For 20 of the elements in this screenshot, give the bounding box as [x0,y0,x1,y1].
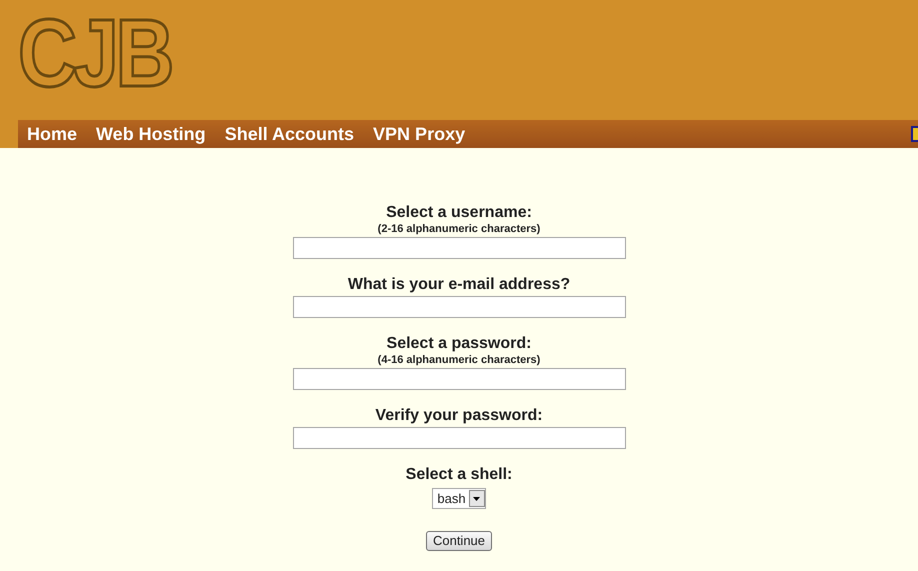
field-label: Verify your password: [375,406,543,426]
password-field[interactable] [292,368,626,390]
continue-button[interactable]: Continue [426,531,492,551]
password-field[interactable] [292,427,626,449]
cut-off-icon [911,126,918,142]
input-field[interactable] [292,237,626,259]
nav-link[interactable]: Shell Accounts [224,120,354,148]
field-label: Select a shell: [406,465,512,485]
shell-dropdown[interactable]: bash [432,488,486,509]
caret-icon [473,496,480,500]
field-hint: (2-16 alphanumeric characters) [378,223,540,236]
nav-link[interactable]: VPN Proxy [373,120,466,148]
nav-link[interactable]: Home [27,120,78,148]
field-label: What is your e-mail address? [348,275,570,295]
nav-link[interactable]: Web Hosting [96,120,206,148]
field-label: Select a username: [386,203,532,223]
input-field[interactable] [292,296,626,318]
field-label: Select a password: [386,334,532,354]
logo: CJB [18,4,172,104]
field-hint: (4-16 alphanumeric characters) [378,354,540,367]
